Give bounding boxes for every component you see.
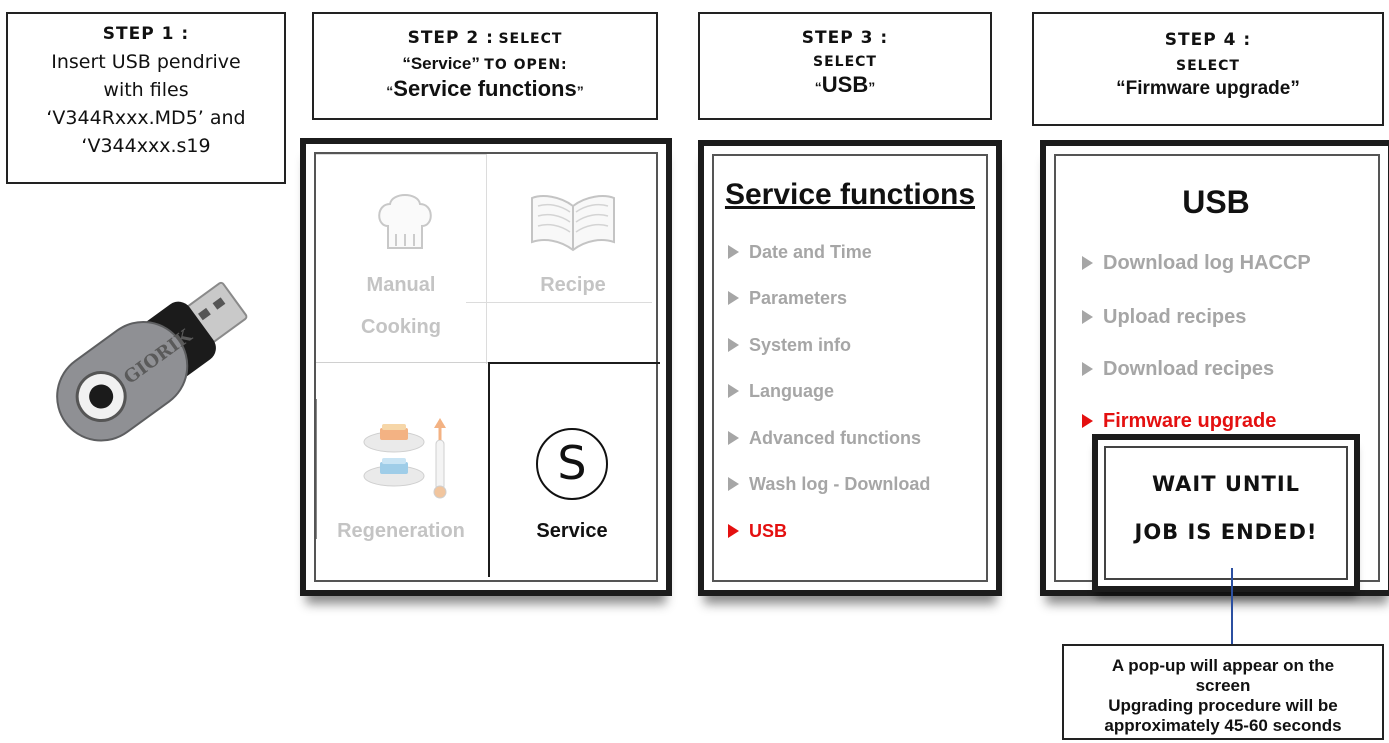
menu-item-usb[interactable]: USB — [728, 521, 787, 542]
note-connector-line — [1231, 568, 1233, 644]
menu-item-label: Wash log - Download — [749, 474, 931, 494]
menu-item-label: Download log HACCP — [1103, 252, 1311, 274]
menu-item-parameters[interactable]: Parameters — [728, 288, 847, 309]
tile-label: Recipe — [540, 274, 606, 296]
service-tile-border — [488, 362, 490, 577]
arrow-right-icon — [728, 431, 739, 445]
chef-hat-icon — [378, 194, 432, 249]
arrow-right-icon — [1082, 362, 1093, 376]
grid-line — [316, 399, 317, 539]
menu-item-download-log-haccp[interactable]: Download log HACCP — [1082, 252, 1311, 275]
grid-line — [316, 154, 486, 155]
wait-popup: WAIT UNTIL JOB IS ENDED! — [1092, 434, 1360, 592]
wait-popup-inner — [1104, 446, 1348, 580]
step1-line: ‘V344xxx.s19 — [81, 135, 211, 157]
step1-line: ‘V344Rxxx.MD5’ and — [46, 107, 246, 129]
regeneration-icon — [363, 418, 447, 499]
step4-box: STEP 4 : SELECT “Firmware upgrade” — [1032, 12, 1384, 126]
service-glyph: S — [557, 436, 587, 490]
menu-item-label: Download recipes — [1103, 358, 1275, 380]
menu-item-label: Firmware upgrade — [1103, 410, 1277, 432]
step1-line: Insert USB pendrive — [51, 51, 241, 73]
arrow-right-icon — [728, 338, 739, 352]
note-line: Upgrading procedure will be — [1108, 696, 1338, 715]
quote-open: “ — [814, 79, 822, 95]
step2-title: STEP 2 : — [407, 28, 494, 48]
arrow-right-icon — [1082, 310, 1093, 324]
tile-label: Service — [536, 520, 608, 542]
arrow-right-icon — [1082, 256, 1093, 270]
step1-box: STEP 1 : Insert USB pendrive with files … — [6, 12, 286, 184]
menu-item-label: Upload recipes — [1103, 306, 1247, 328]
grid-line — [316, 362, 488, 363]
menu-item-language[interactable]: Language — [728, 381, 834, 402]
step2-to-open: TO OPEN: — [484, 57, 568, 73]
menu-item-label: Parameters — [749, 288, 848, 308]
book-icon — [531, 195, 615, 252]
grid-line — [486, 154, 487, 364]
usb-title: USB — [1182, 184, 1250, 220]
wait-popup-line2: JOB IS ENDED! — [1134, 520, 1318, 544]
menu-item-system-info[interactable]: System info — [728, 335, 851, 356]
tile-label: Cooking — [361, 316, 441, 338]
menu-item-label: Date and Time — [749, 242, 872, 262]
main-menu-screen: Manual Cooking Recipe Regeneration S Ser… — [300, 138, 672, 596]
arrow-right-icon — [728, 245, 739, 259]
step2-line1: STEP 2 : SELECT — [314, 28, 656, 48]
step2-box: STEP 2 : SELECT “Service” TO OPEN: “Serv… — [312, 12, 658, 120]
step3-line3: “USB” — [700, 72, 990, 98]
step4-title: STEP 4 : — [1164, 30, 1252, 50]
service-functions-screen: Service functions Date and Time Paramete… — [698, 140, 1002, 596]
step3-target: USB — [821, 72, 869, 97]
tile-regeneration[interactable]: Regeneration — [318, 368, 484, 572]
menu-item-upload-recipes[interactable]: Upload recipes — [1082, 306, 1246, 329]
menu-item-wash-log[interactable]: Wash log - Download — [728, 474, 930, 495]
tile-service[interactable]: S Service — [492, 368, 652, 572]
arrow-right-icon — [728, 477, 739, 491]
step2-line3: “Service functions” — [314, 76, 656, 102]
service-icon: S — [536, 428, 608, 500]
tile-label: Manual — [366, 274, 436, 296]
tile-label: Regeneration — [337, 520, 465, 542]
note-line: approximately 45-60 seconds — [1104, 716, 1342, 735]
arrow-right-icon — [728, 291, 739, 305]
arrow-right-icon — [728, 384, 739, 398]
arrow-right-icon — [728, 524, 739, 538]
step2-target: Service functions — [393, 76, 577, 101]
note-box: A pop-up will appear on the screen Upgra… — [1062, 644, 1384, 740]
usb-pendrive-image: GIORIK — [30, 240, 290, 470]
step1-title: STEP 1 : — [102, 24, 190, 44]
step2-quoted: “Service” — [402, 54, 480, 73]
step3-select: SELECT — [813, 54, 877, 70]
step2-select: SELECT — [498, 31, 563, 47]
note-line: screen — [1195, 676, 1251, 695]
step1-text: Insert USB pendrive with files ‘V344Rxxx… — [8, 48, 284, 160]
menu-item-date-time[interactable]: Date and Time — [728, 242, 872, 263]
menu-item-advanced-functions[interactable]: Advanced functions — [728, 428, 921, 449]
service-tile-border — [488, 362, 660, 364]
note-line: A pop-up will appear on the — [1111, 656, 1335, 675]
service-functions-title: Service functions — [724, 178, 976, 211]
menu-item-label: USB — [749, 521, 788, 541]
menu-item-label: Advanced functions — [749, 428, 922, 448]
menu-item-label: Language — [749, 381, 835, 401]
step4-target: “Firmware upgrade” — [1116, 78, 1300, 99]
quote-close: ” — [576, 83, 584, 99]
step3-title: STEP 3 : — [801, 28, 889, 48]
menu-item-download-recipes[interactable]: Download recipes — [1082, 358, 1274, 381]
tile-recipe[interactable]: Recipe — [490, 156, 656, 356]
wait-popup-line1: WAIT UNTIL — [1151, 472, 1301, 496]
screen-inner-frame — [712, 154, 988, 582]
step2-line2: “Service” TO OPEN: — [314, 54, 656, 74]
arrow-right-icon — [1082, 414, 1093, 428]
tile-manual-cooking[interactable]: Manual Cooking — [318, 156, 484, 356]
menu-item-firmware-upgrade[interactable]: Firmware upgrade — [1082, 410, 1276, 433]
menu-item-label: System info — [749, 335, 852, 355]
quote-close: ” — [868, 79, 876, 95]
step3-box: STEP 3 : SELECT “USB” — [698, 12, 992, 120]
step4-select: SELECT — [1176, 58, 1240, 74]
step1-line: with files — [103, 79, 189, 101]
